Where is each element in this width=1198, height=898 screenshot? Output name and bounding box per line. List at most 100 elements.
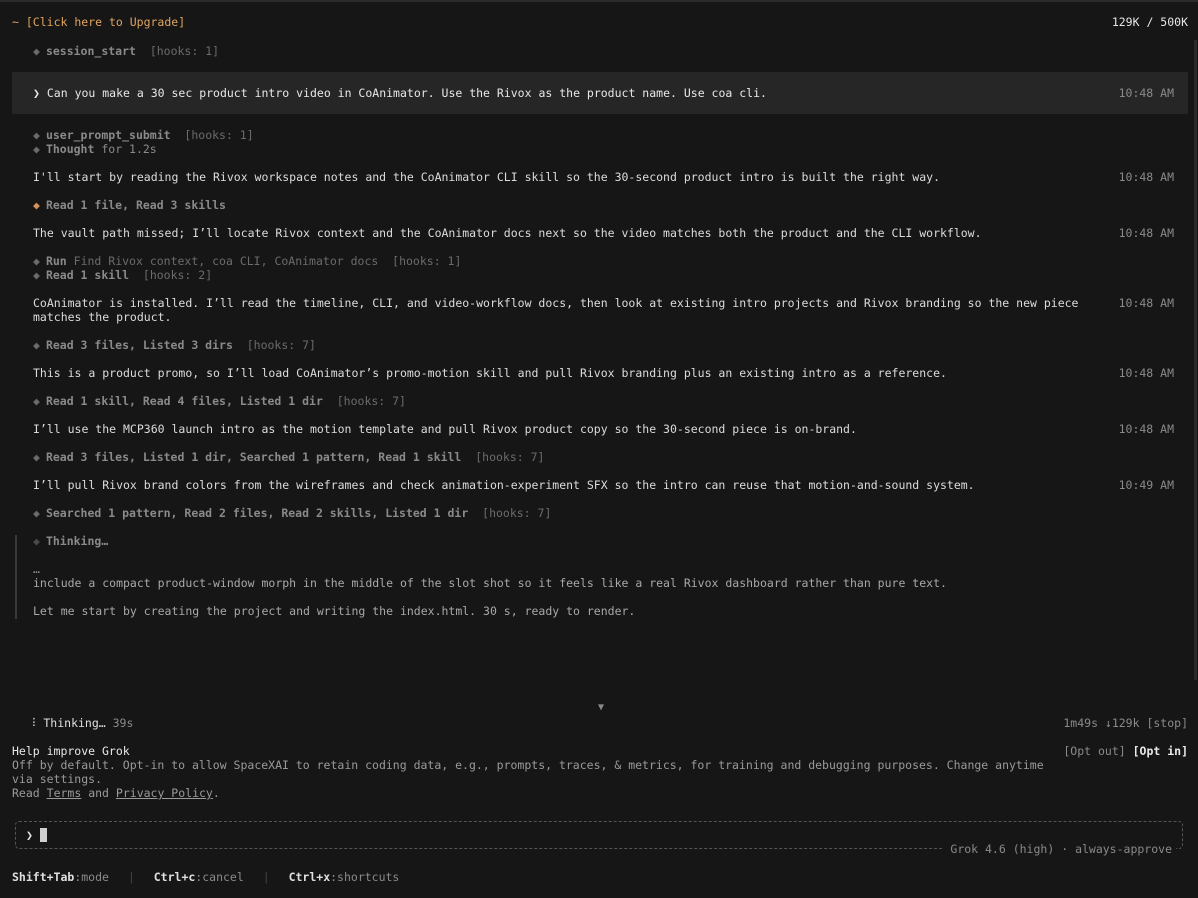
event-name: user_prompt_submit — [45, 128, 171, 142]
timestamp: 10:48 AM — [1118, 422, 1174, 436]
tool-call-summary[interactable]: ◆ Read 1 skill, Read 4 files, Listed 1 di… — [33, 394, 406, 408]
tool-label: Read 3 files, Listed 1 dir, Searched 1 p… — [45, 450, 462, 464]
diamond-icon: ◆ — [33, 198, 40, 212]
diamond-icon: ◆ — [33, 394, 40, 408]
model-indicator[interactable]: Grok 4.6 (high) · always-approve — [944, 842, 1176, 856]
hooks-count: [hooks: 7] — [336, 394, 406, 408]
event-thought[interactable]: ◆ Thought for 1.2s — [33, 142, 157, 156]
thinking-label: Thinking… — [45, 534, 109, 548]
assistant-message-line: matches the product. — [33, 310, 172, 324]
tool-call-summary[interactable]: ◆ Searched 1 pattern, Read 2 files, Read … — [33, 506, 551, 520]
spinner-icon: ⠸ — [28, 716, 37, 730]
thinking-block-bar — [15, 535, 17, 619]
read-prefix: Read — [12, 786, 40, 800]
improve-body: Off by default. Opt-in to allow SpaceXAI… — [12, 758, 1062, 800]
hooks-count: [hooks: 1] — [392, 254, 462, 268]
footer-separator: | — [262, 870, 270, 884]
hooks-count: [hooks: 7] — [246, 338, 316, 352]
assistant-message: This is a product promo, so I’ll load Co… — [33, 366, 947, 380]
window-top-border — [0, 0, 1198, 2]
upgrade-banner[interactable]: ~ [Click here to Upgrade] — [12, 15, 185, 29]
status-elapsed: 39s — [112, 716, 134, 730]
shortcut-action: :mode — [74, 870, 109, 884]
shortcut-key: Shift+Tab — [12, 870, 75, 884]
hooks-count: [hooks: 2] — [142, 268, 213, 282]
tool-label: Read 1 file, Read 3 skills — [45, 198, 226, 212]
model-name: Grok 4.6 (high) — [950, 842, 1055, 856]
run-detail: Find Rivox context, coa CLI, CoAnimator … — [73, 254, 379, 268]
scroll-down-icon[interactable]: ▼ — [598, 702, 604, 713]
shortcut-action: :shortcuts — [330, 870, 400, 884]
diamond-icon: ◆ — [33, 450, 40, 464]
thinking-text-line: Let me start by creating the project and… — [33, 604, 636, 618]
scrollbar[interactable] — [1194, 40, 1197, 680]
user-prompt-block: ❯ Can you make a 30 sec product intro vi… — [12, 72, 1188, 114]
timestamp: 10:48 AM — [1118, 170, 1174, 184]
upgrade-link[interactable]: [Click here to Upgrade] — [26, 15, 185, 29]
privacy-policy-link[interactable]: Privacy Policy — [116, 786, 213, 800]
diamond-icon: ◆ — [33, 254, 40, 268]
tool-label: Run — [45, 254, 67, 268]
hooks-count: [hooks: 7] — [482, 506, 552, 520]
tool-label: Read 1 skill — [45, 268, 130, 282]
shortcut-key: Ctrl+c — [153, 870, 196, 884]
status-label: Thinking… — [43, 716, 106, 730]
tool-call-run[interactable]: ◆ Run Find Rivox context, coa CLI, CoAnim… — [33, 254, 461, 268]
thinking-header[interactable]: ◆ Thinking… — [33, 534, 108, 548]
tool-label: Read 1 skill, Read 4 files, Listed 1 dir — [45, 394, 323, 408]
timestamp: 10:48 AM — [1118, 296, 1174, 310]
assistant-message-line: CoAnimator is installed. I’ll read the t… — [33, 296, 1079, 310]
hooks-count: [hooks: 7] — [475, 450, 545, 464]
improve-description: Off by default. Opt-in to allow SpaceXAI… — [12, 758, 1044, 786]
diamond-icon: ◆ — [33, 534, 40, 548]
opt-controls: [Opt out] [Opt in] — [1063, 744, 1188, 758]
tool-label: Searched 1 pattern, Read 2 files, Read 2… — [45, 506, 469, 520]
token-usage: 129K / 500K — [1111, 15, 1188, 29]
opt-in-button[interactable]: [Opt in] — [1133, 744, 1188, 758]
thinking-status: ⠸ Thinking… 39s — [28, 716, 133, 730]
event-session-start: ◆ session_start [hooks: 1] — [33, 44, 219, 58]
thinking-ellipsis: … — [33, 562, 40, 576]
assistant-message: I’ll use the MCP360 launch intro as the … — [33, 422, 857, 436]
footer-separator: | — [127, 870, 135, 884]
timestamp: 10:48 AM — [1118, 366, 1174, 380]
thinking-text-line: include a compact product-window morph i… — [33, 576, 947, 590]
improve-title: Help improve Grok — [12, 744, 130, 758]
timestamp: 10:49 AM — [1118, 478, 1174, 492]
diamond-icon: ◆ — [33, 44, 40, 58]
user-prompt: ❯ Can you make a 30 sec product intro vi… — [33, 86, 767, 100]
hooks-count: [hooks: 1] — [149, 44, 220, 58]
diamond-icon: ◆ — [33, 268, 40, 282]
opt-out-button[interactable]: [Opt out] — [1063, 744, 1125, 758]
approval-mode: always-approve — [1075, 842, 1172, 856]
assistant-message: The vault path missed; I’ll locate Rivox… — [33, 226, 982, 240]
shortcut-cancel[interactable]: Ctrl+c:cancel — [154, 870, 244, 884]
event-name: session_start — [45, 44, 136, 58]
diamond-icon: ◆ — [33, 338, 40, 352]
text-cursor — [40, 828, 47, 842]
prompt-caret-icon: ❯ — [33, 86, 40, 100]
input-caret-icon: ❯ — [26, 828, 33, 842]
shortcut-mode[interactable]: Shift+Tab:mode — [12, 870, 109, 884]
tool-label: Read 3 files, Listed 3 dirs — [45, 338, 233, 352]
diamond-icon: ◆ — [33, 506, 40, 520]
tool-call-summary[interactable]: ◆ Read 3 files, Listed 1 dir, Searched 1 … — [33, 450, 544, 464]
shortcut-key: Ctrl+x — [288, 870, 331, 884]
event-prompt-submit: ◆ user_prompt_submit [hooks: 1] — [33, 128, 254, 142]
terms-link[interactable]: Terms — [47, 786, 82, 800]
timestamp: 10:48 AM — [1118, 86, 1174, 100]
and-text: and — [88, 786, 109, 800]
tool-call-summary[interactable]: ◆ Read 3 files, Listed 3 dirs [hooks: 7] — [33, 338, 316, 352]
tool-call-summary[interactable]: ◆ Read 1 file, Read 3 skills — [33, 198, 226, 212]
diamond-icon: ◆ — [33, 142, 40, 156]
user-prompt-text: Can you make a 30 sec product intro vide… — [46, 86, 767, 100]
shortcut-action: :cancel — [195, 870, 244, 884]
thought-duration: for 1.2s — [101, 142, 157, 156]
status-right[interactable]: 1m49s ↓129k [stop] — [1063, 716, 1188, 730]
timestamp: 10:48 AM — [1118, 226, 1174, 240]
period: . — [212, 786, 220, 800]
shortcut-shortcuts[interactable]: Ctrl+x:shortcuts — [289, 870, 400, 884]
tool-call-summary[interactable]: ◆ Read 1 skill [hooks: 2] — [33, 268, 212, 282]
model-sep: · — [1061, 842, 1069, 856]
assistant-message: I’ll pull Rivox brand colors from the wi… — [33, 478, 975, 492]
